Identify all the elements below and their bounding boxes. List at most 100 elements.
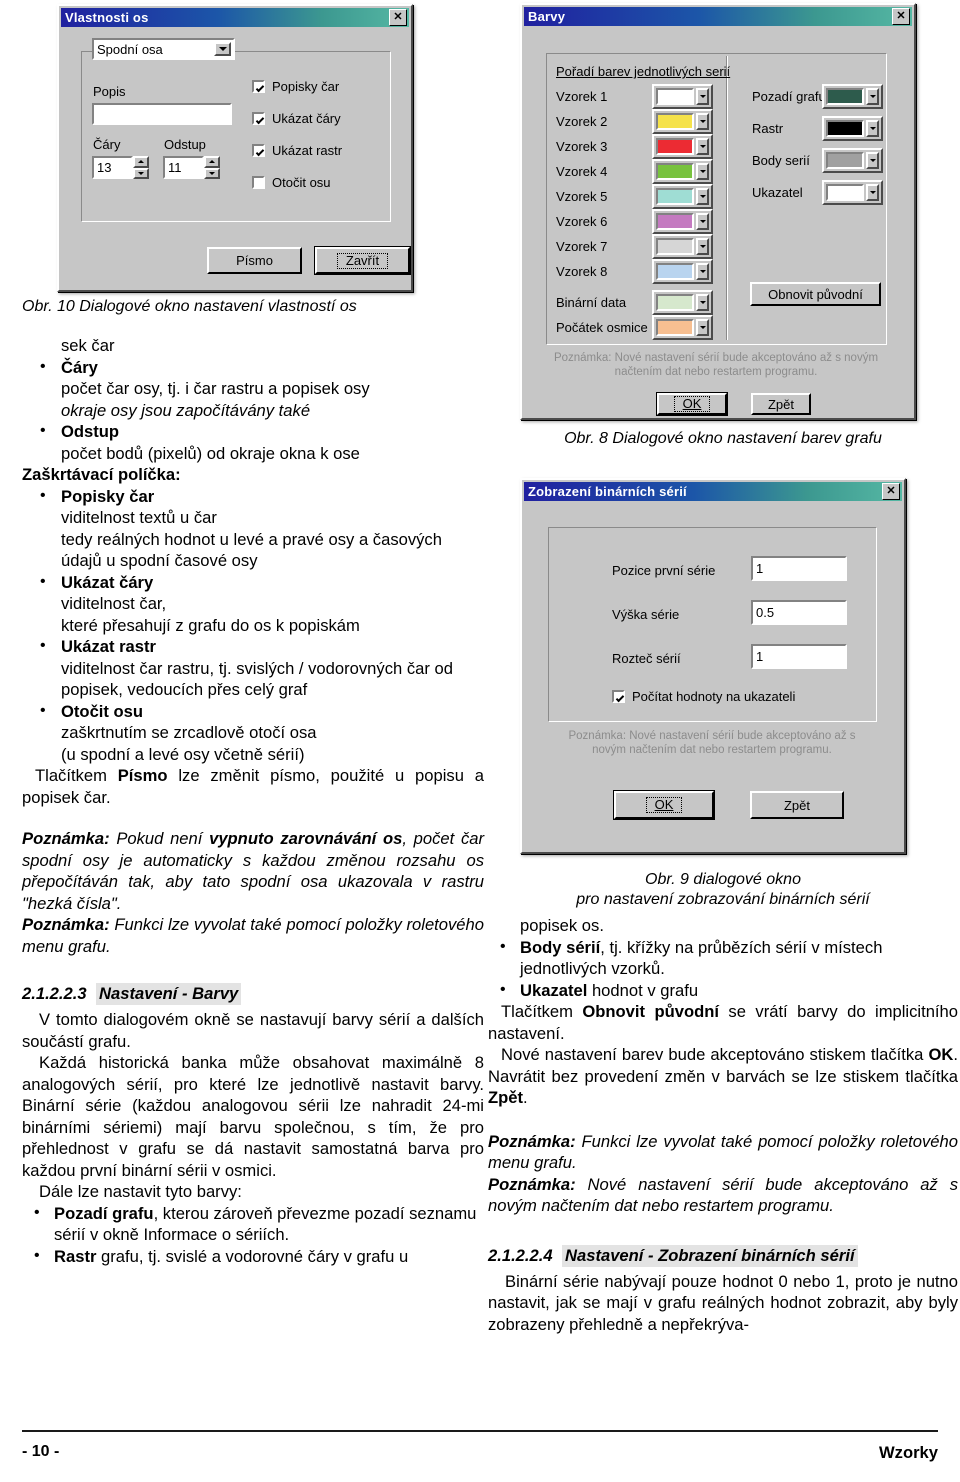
checkbox-icon[interactable]	[612, 690, 625, 703]
ok-button[interactable]: OK	[614, 791, 714, 819]
document-name: Wzorky	[878, 1443, 938, 1462]
body-serii-color-picker[interactable]	[822, 148, 883, 173]
chevron-down-icon[interactable]	[696, 263, 709, 280]
binary-series-dialog[interactable]: Zobrazení binárních sérií ✕ Pozice první…	[520, 478, 906, 854]
section-title: Nastavení - Barvy	[96, 983, 242, 1005]
color-swatch[interactable]	[826, 120, 864, 137]
otocit-osu-desc-2: (u spodní a levé osy včetně sérií)	[61, 744, 305, 764]
ukazat-rastr-desc: viditelnost čar rastru, tj. svislých / v…	[61, 658, 453, 700]
series-color-picker-7[interactable]	[652, 234, 713, 259]
axis-properties-dialog[interactable]: Vlastnosti os ✕ Spodní osa Popis Čáry Od…	[57, 4, 413, 292]
chevron-down-icon[interactable]	[696, 319, 709, 336]
cary-spin-buttons[interactable]	[133, 156, 149, 179]
checkbox-ukazat-cary[interactable]: Ukázat čáry	[252, 111, 341, 126]
series-color-picker-5[interactable]	[652, 184, 713, 209]
chevron-down-icon[interactable]	[696, 163, 709, 180]
rastr-color-picker[interactable]	[822, 116, 883, 141]
checkbox-pocitat-hodnoty[interactable]: Počítat hodnoty na ukazateli	[612, 689, 795, 704]
color-swatch[interactable]	[656, 238, 694, 255]
color-swatch[interactable]	[656, 294, 694, 311]
back-button[interactable]: Zpět	[750, 791, 844, 819]
colors-dialog[interactable]: Barvy ✕ Pořadí barev jednotlivých serií …	[520, 3, 916, 420]
series-order-label: Pořadí barev jednotlivých serií	[556, 64, 731, 79]
list-item: Čáry počet čar osy, tj. i čar rastru a p…	[22, 356, 484, 422]
series-color-picker-6[interactable]	[652, 209, 713, 234]
ok-button[interactable]: OK	[657, 393, 727, 415]
axis-group-box	[81, 51, 391, 222]
cary-value[interactable]: 13	[92, 156, 133, 179]
series-color-picker-3[interactable]	[652, 134, 713, 159]
axis-select-combo[interactable]: Spodní osa	[92, 38, 235, 60]
spin-up-icon[interactable]	[133, 156, 149, 168]
checkbox-icon[interactable]	[252, 112, 265, 125]
chevron-down-icon[interactable]	[866, 184, 879, 201]
checkbox-ukazat-rastr[interactable]: Ukázat rastr	[252, 143, 342, 158]
popis-input[interactable]	[92, 103, 232, 125]
color-swatch[interactable]	[656, 263, 694, 280]
odstup-value[interactable]: 11	[163, 156, 204, 179]
series-color-picker-1[interactable]	[652, 84, 713, 109]
color-swatch[interactable]	[656, 88, 694, 105]
binary-note-text: Poznámka: Nové nastavení sérií bude akce…	[568, 730, 856, 756]
popis-label: Popis	[93, 84, 126, 99]
color-swatch[interactable]	[656, 113, 694, 130]
series-color-picker-4[interactable]	[652, 159, 713, 184]
ok-button-label: OK	[645, 797, 683, 813]
list-item: Popisky čar viditelnost textů u čar tedy…	[22, 485, 484, 572]
series-color-picker-8[interactable]	[652, 259, 713, 284]
color-swatch[interactable]	[656, 138, 694, 155]
spin-down-icon[interactable]	[204, 167, 220, 179]
pozadi-grafu-color-picker[interactable]	[822, 84, 883, 109]
spin-up-icon[interactable]	[204, 156, 220, 168]
note-paragraph-2: Poznámka: Funkci lze vyvolat také pomocí…	[22, 914, 484, 957]
checkbox-icon[interactable]	[252, 176, 265, 189]
pozice-prvni-serie-input[interactable]: 1	[751, 556, 847, 581]
color-swatch[interactable]	[826, 152, 864, 169]
restore-defaults-button[interactable]: Obnovit původní	[750, 282, 881, 306]
back-button-label: Zpět	[767, 396, 794, 412]
vyska-serie-input[interactable]: 0.5	[751, 600, 847, 625]
checkbox-icon[interactable]	[252, 80, 265, 93]
term-rastr: Rastr	[54, 1246, 97, 1266]
chevron-down-icon[interactable]	[696, 294, 709, 311]
chevron-down-icon[interactable]	[696, 238, 709, 255]
close-icon[interactable]: ✕	[892, 8, 910, 25]
octet-start-color-picker[interactable]	[652, 315, 713, 340]
close-icon[interactable]: ✕	[882, 483, 900, 500]
cary-stepper[interactable]: 13	[92, 156, 149, 179]
checkbox-icon[interactable]	[252, 144, 265, 157]
color-swatch[interactable]	[656, 319, 694, 336]
ukazatel-color-picker[interactable]	[822, 180, 883, 205]
chevron-down-icon[interactable]	[696, 138, 709, 155]
color-swatch[interactable]	[826, 184, 864, 201]
chevron-down-icon[interactable]	[866, 88, 879, 105]
color-swatch[interactable]	[656, 188, 694, 205]
odstup-stepper[interactable]: 11	[163, 156, 220, 179]
checkbox-label: Ukázat rastr	[272, 143, 343, 158]
chevron-down-icon[interactable]	[696, 113, 709, 130]
chevron-down-icon[interactable]	[696, 188, 709, 205]
chevron-down-icon[interactable]	[696, 88, 709, 105]
checkbox-popisky-car[interactable]: Popisky čar	[252, 79, 339, 94]
binary-data-color-picker[interactable]	[652, 290, 713, 315]
color-swatch[interactable]	[826, 88, 864, 105]
term-popisky-car: Popisky čar	[61, 486, 155, 506]
note1-label: Poznámka:	[22, 829, 110, 848]
popisky-car-desc-1: viditelnost textů u čar	[61, 508, 217, 527]
roztec-serii-input[interactable]: 1	[751, 644, 847, 669]
chevron-down-icon[interactable]	[866, 120, 879, 137]
spin-down-icon[interactable]	[133, 167, 149, 179]
zavrit-button[interactable]: Zavřít	[315, 247, 410, 274]
close-icon[interactable]: ✕	[389, 9, 407, 26]
pismo-button-label: Písmo	[236, 253, 273, 268]
pismo-button[interactable]: Písmo	[207, 247, 302, 274]
checkbox-otocit-osu[interactable]: Otočit osu	[252, 175, 331, 190]
series-color-picker-2[interactable]	[652, 109, 713, 134]
chevron-down-icon[interactable]	[214, 42, 231, 56]
chevron-down-icon[interactable]	[696, 213, 709, 230]
odstup-spin-buttons[interactable]	[204, 156, 220, 179]
color-swatch[interactable]	[656, 163, 694, 180]
back-button[interactable]: Zpět	[751, 393, 811, 415]
chevron-down-icon[interactable]	[866, 152, 879, 169]
color-swatch[interactable]	[656, 213, 694, 230]
